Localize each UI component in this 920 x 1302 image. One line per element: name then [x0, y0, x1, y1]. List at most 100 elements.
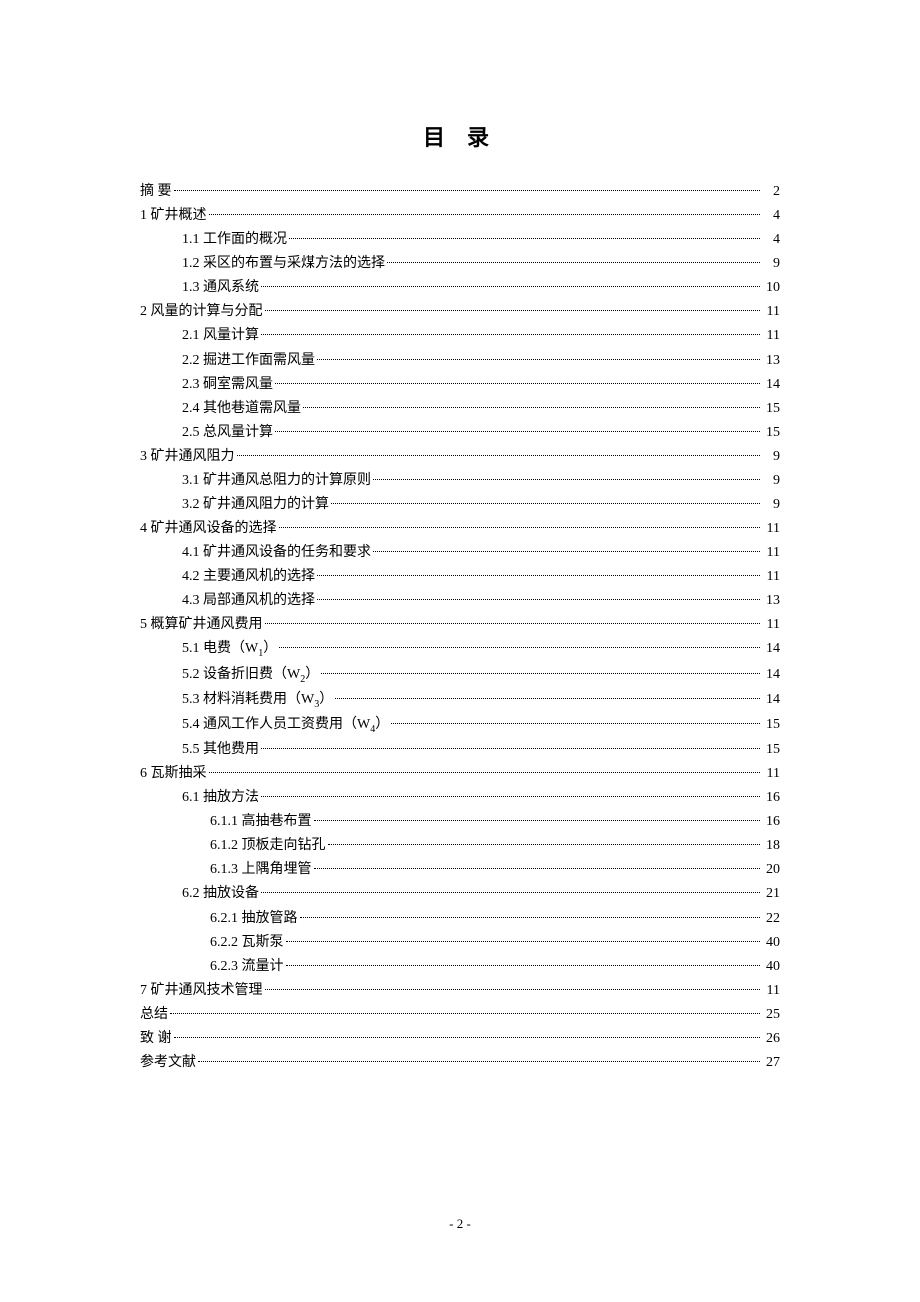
- toc-leader-dots: [279, 527, 761, 528]
- toc-entry: 2 风量的计算与分配11: [140, 300, 780, 324]
- toc-entry-label: 1.3 通风系统: [182, 276, 259, 300]
- toc-leader-dots: [265, 989, 761, 990]
- toc-entry-label: 2.4 其他巷道需风量: [182, 397, 301, 421]
- toc-entry-label: 3 矿井通风阻力: [140, 445, 235, 469]
- toc-entry: 7 矿井通风技术管理 11: [140, 979, 780, 1003]
- toc-entry-label: 5.2 设备折旧费（W2）: [182, 663, 319, 688]
- toc-entry-page: 16: [762, 810, 780, 834]
- toc-leader-dots: [265, 310, 761, 311]
- toc-leader-dots: [328, 844, 761, 845]
- toc-entry-page: 27: [762, 1051, 780, 1075]
- toc-entry: 2.1 风量计算 11: [140, 324, 780, 348]
- toc-entry-page: 15: [762, 397, 780, 421]
- toc-entry-page: 40: [762, 931, 780, 955]
- toc-entry-page: 11: [762, 300, 780, 324]
- toc-entry: 致 谢26: [140, 1027, 780, 1051]
- toc-entry: 4.1 矿井通风设备的任务和要求11: [140, 541, 780, 565]
- toc-entry-label: 6.1.1 高抽巷布置: [210, 810, 312, 834]
- toc-title: 目 录: [140, 120, 780, 152]
- toc-entry: 5.3 材料消耗费用（W3） 14: [140, 688, 780, 713]
- toc-leader-dots: [174, 1037, 761, 1038]
- toc-entry-page: 13: [762, 589, 780, 613]
- toc-entry-page: 22: [762, 907, 780, 931]
- toc-entry-label: 6.1.3 上隅角埋管: [210, 858, 312, 882]
- toc-entry-label: 6.2 抽放设备: [182, 882, 259, 906]
- toc-entry-label: 2.2 掘进工作面需风量: [182, 349, 315, 373]
- toc-entry-page: 9: [762, 445, 780, 469]
- toc-entry: 参考文献 27: [140, 1051, 780, 1075]
- toc-entry-page: 14: [762, 637, 780, 661]
- toc-entry: 2.4 其他巷道需风量 15: [140, 397, 780, 421]
- toc-leader-dots: [314, 868, 761, 869]
- toc-leader-dots: [391, 723, 760, 724]
- toc-entry-page: 21: [762, 882, 780, 906]
- toc-leader-dots: [198, 1061, 760, 1062]
- toc-leader-dots: [209, 214, 761, 215]
- toc-entry: 6.2.3 流量计40: [140, 955, 780, 979]
- toc-leader-dots: [317, 575, 760, 576]
- toc-entry: 6.1.1 高抽巷布置 16: [140, 810, 780, 834]
- toc-entry-label: 3.2 矿井通风阻力的计算: [182, 493, 329, 517]
- toc-entry-page: 14: [762, 688, 780, 712]
- toc-entry-label: 参考文献: [140, 1051, 196, 1075]
- toc-entry-page: 15: [762, 738, 780, 762]
- toc-entry: 6.1.3 上隅角埋管 20: [140, 858, 780, 882]
- toc-entry-page: 11: [762, 979, 780, 1003]
- toc-entry: 5 概算矿井通风费用 11: [140, 613, 780, 637]
- toc-entry: 4.3 局部通风机的选择13: [140, 589, 780, 613]
- toc-entry-label: 4.2 主要通风机的选择: [182, 565, 315, 589]
- toc-entry-page: 14: [762, 373, 780, 397]
- toc-entry: 4 矿井通风设备的选择11: [140, 517, 780, 541]
- toc-entry: 2.3 硐室需风量 14: [140, 373, 780, 397]
- toc-leader-dots: [373, 479, 760, 480]
- toc-entry-label: 6.2.1 抽放管路: [210, 907, 298, 931]
- toc-entry-label: 6.2.3 流量计: [210, 955, 284, 979]
- toc-entry-page: 13: [762, 349, 780, 373]
- toc-entry: 6.2.1 抽放管路 22: [140, 907, 780, 931]
- toc-leader-dots: [275, 383, 760, 384]
- toc-leader-dots: [314, 820, 761, 821]
- toc-entry: 1.1 工作面的概况4: [140, 228, 780, 252]
- toc-entry-page: 14: [762, 663, 780, 687]
- toc-leader-dots: [275, 431, 760, 432]
- toc-entry-page: 9: [762, 252, 780, 276]
- toc-list: 摘 要21 矿井概述41.1 工作面的概况41.2 采区的布置与采煤方法的选择9…: [140, 180, 780, 1075]
- toc-entry-label: 1.2 采区的布置与采煤方法的选择: [182, 252, 385, 276]
- toc-leader-dots: [237, 455, 761, 456]
- toc-entry-label: 2.1 风量计算: [182, 324, 259, 348]
- toc-entry-page: 20: [762, 858, 780, 882]
- toc-entry-page: 11: [762, 324, 780, 348]
- toc-entry: 5.5 其他费用 15: [140, 738, 780, 762]
- toc-leader-dots: [286, 941, 761, 942]
- toc-entry: 2.5 总风量计算15: [140, 421, 780, 445]
- toc-leader-dots: [289, 238, 760, 239]
- toc-entry-label: 6.1 抽放方法: [182, 786, 259, 810]
- toc-entry: 6.1.2 顶板走向钻孔18: [140, 834, 780, 858]
- toc-entry-page: 16: [762, 786, 780, 810]
- toc-entry-page: 11: [762, 613, 780, 637]
- toc-entry: 2.2 掘进工作面需风量 13: [140, 349, 780, 373]
- toc-entry-page: 2: [762, 180, 780, 204]
- toc-entry-page: 11: [762, 565, 780, 589]
- toc-leader-dots: [261, 334, 760, 335]
- toc-entry-page: 15: [762, 421, 780, 445]
- toc-entry-label: 6.2.2 瓦斯泵: [210, 931, 284, 955]
- toc-entry-label: 5.3 材料消耗费用（W3）: [182, 688, 333, 713]
- toc-entry-label: 7 矿井通风技术管理: [140, 979, 263, 1003]
- toc-leader-dots: [317, 359, 760, 360]
- toc-entry: 4.2 主要通风机的选择 11: [140, 565, 780, 589]
- toc-entry-label: 6.1.2 顶板走向钻孔: [210, 834, 326, 858]
- toc-leader-dots: [321, 673, 760, 674]
- toc-leader-dots: [286, 965, 761, 966]
- toc-entry-label: 5 概算矿井通风费用: [140, 613, 263, 637]
- toc-leader-dots: [174, 190, 761, 191]
- toc-entry-label: 2.3 硐室需风量: [182, 373, 273, 397]
- toc-entry-page: 11: [762, 541, 780, 565]
- toc-entry-page: 9: [762, 493, 780, 517]
- toc-entry-page: 11: [762, 517, 780, 541]
- toc-entry: 5.4 通风工作人员工资费用（W4）15: [140, 713, 780, 738]
- toc-entry: 6.2 抽放设备 21: [140, 882, 780, 906]
- toc-entry-page: 10: [762, 276, 780, 300]
- toc-entry-label: 5.5 其他费用: [182, 738, 259, 762]
- toc-entry-page: 9: [762, 469, 780, 493]
